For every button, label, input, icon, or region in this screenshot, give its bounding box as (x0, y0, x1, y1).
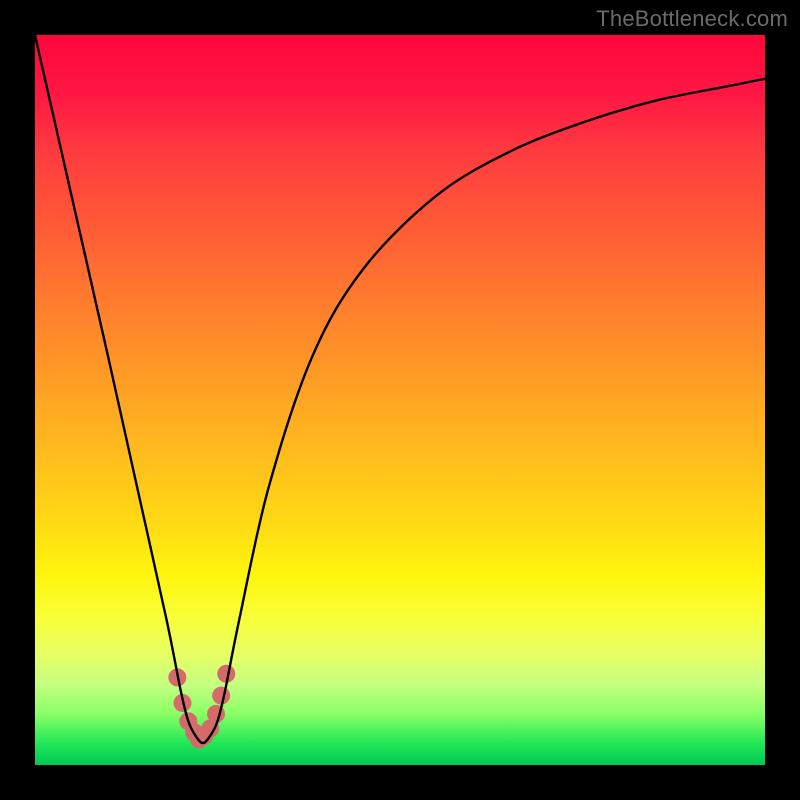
curve-layer (35, 35, 765, 765)
bottleneck-curve (35, 35, 765, 743)
chart-frame: TheBottleneck.com (0, 0, 800, 800)
plot-area (35, 35, 765, 765)
watermark-text: TheBottleneck.com (596, 6, 788, 32)
highlight-dot (212, 687, 230, 705)
